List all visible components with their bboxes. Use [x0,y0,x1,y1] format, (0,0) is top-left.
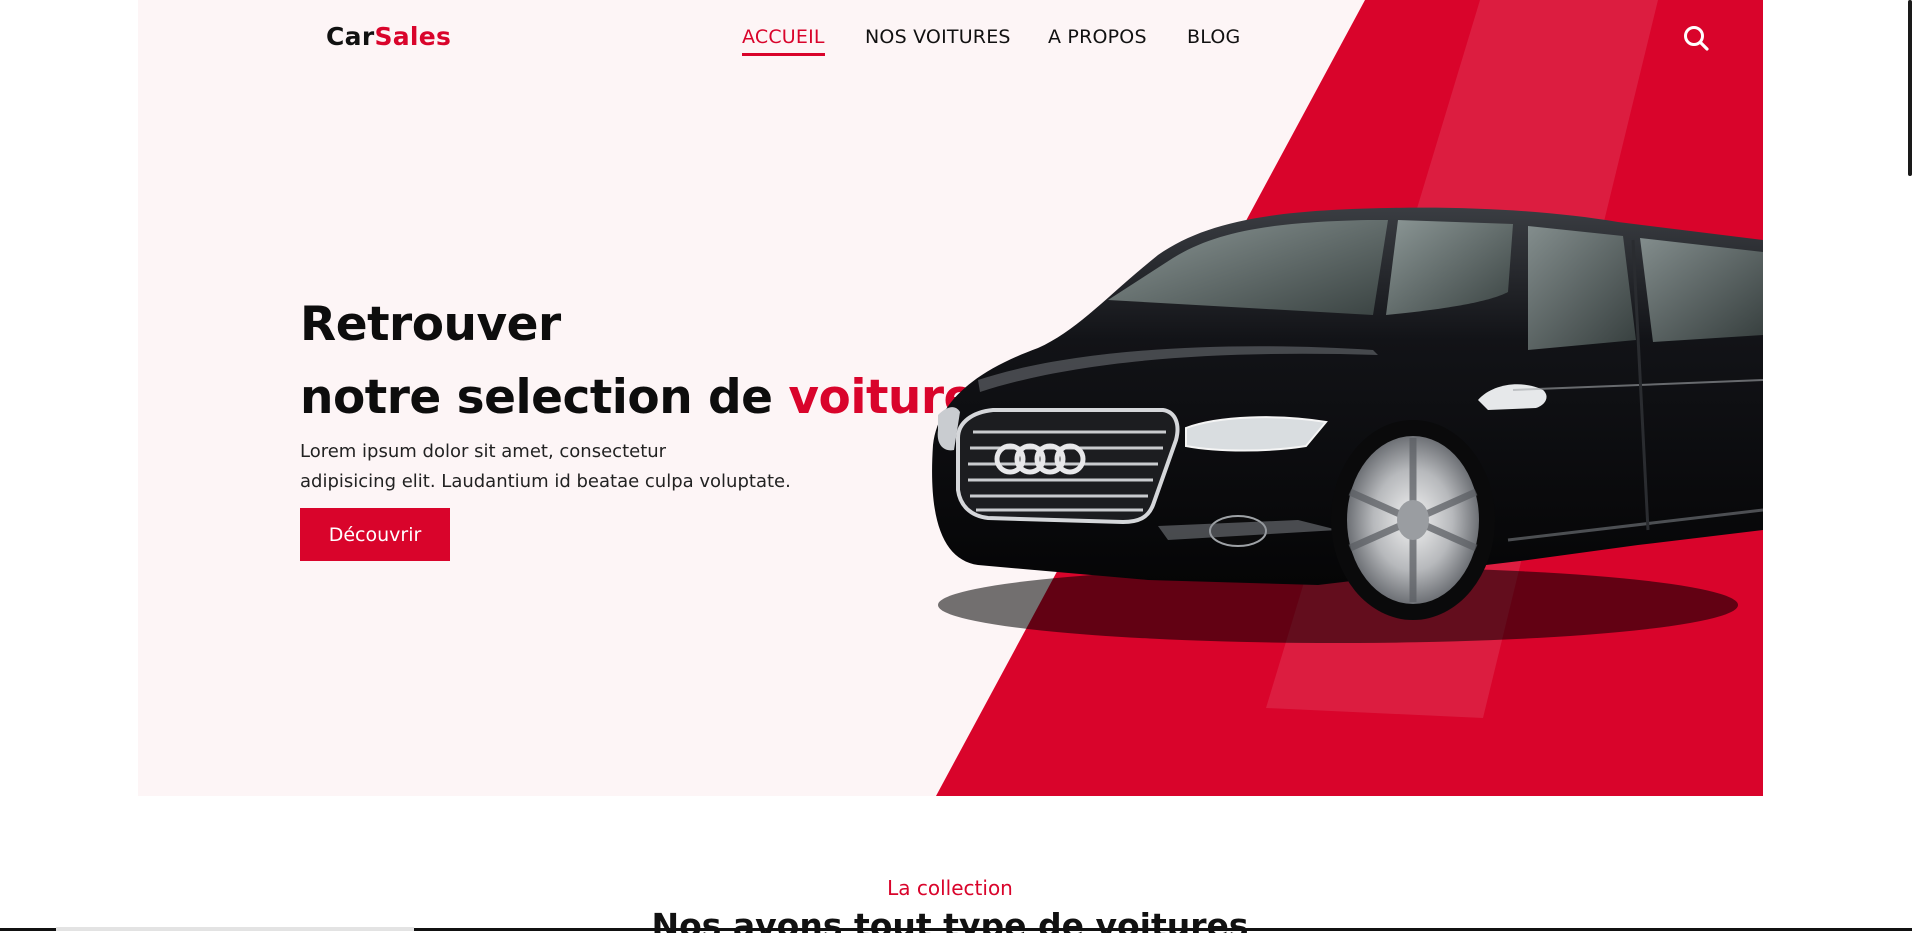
vertical-scrollbar[interactable] [1906,0,1912,933]
hero-title-line-1: Retrouver [300,297,561,352]
nav-item-a-propos[interactable]: A PROPOS [1048,26,1147,48]
hero-title: Retrouver notre selection de voitures [300,288,1020,434]
horizontal-scrollbar-thumb[interactable] [56,927,414,931]
hero-description: Lorem ipsum dolor sit amet, consectetur … [300,437,860,497]
brand-logo[interactable]: CarSales [326,22,451,51]
nav-item-nos-voitures[interactable]: NOS VOITURES [865,26,1011,48]
hero-title-line-2: notre selection de [300,370,789,425]
nav-item-blog[interactable]: BLOG [1187,26,1240,48]
logo-part-2: Sales [374,22,452,51]
logo-part-1: Car [326,22,375,51]
search-icon[interactable] [1682,24,1710,52]
nav-active-underline [742,53,825,56]
collection-eyebrow: La collection [887,876,1013,900]
nav-item-accueil[interactable]: ACCUEIL [742,26,825,48]
discover-button[interactable]: Découvrir [300,508,450,561]
hero-description-line-1: Lorem ipsum dolor sit amet, consectetur [300,441,667,462]
car-image [932,207,1763,643]
hero-description-line-2: adipisicing elit. Laudantium id beatae c… [300,471,791,492]
vertical-scrollbar-thumb[interactable] [1908,0,1912,176]
hero-section: CarSales ACCUEIL NOS VOITURES A PROPOS B… [138,0,1763,796]
